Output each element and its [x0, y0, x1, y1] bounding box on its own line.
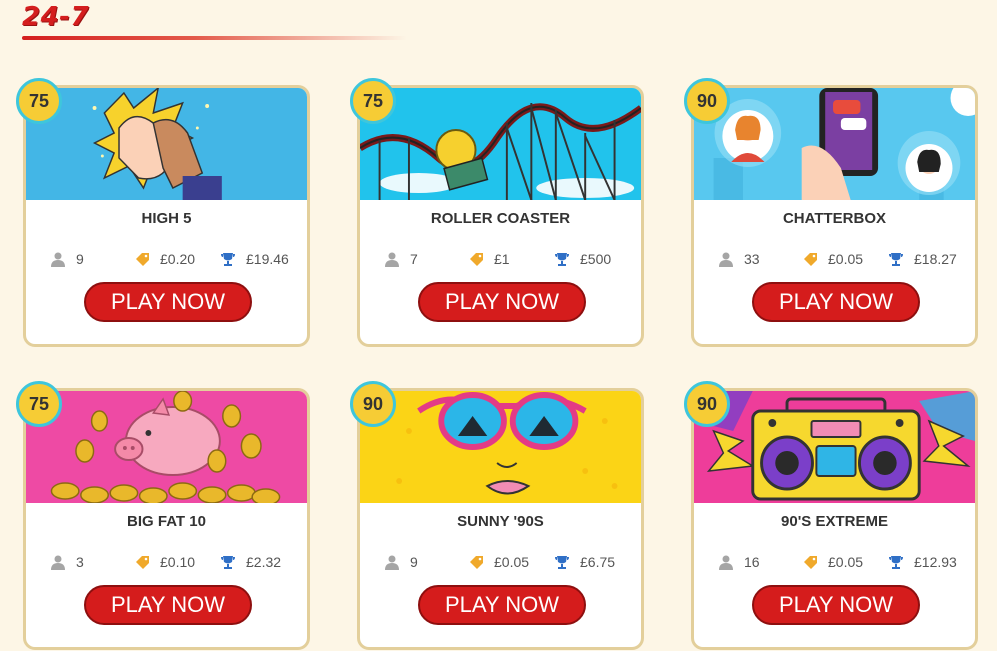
play-now-button[interactable]: PLAY NOW: [418, 282, 586, 322]
user-icon: [51, 252, 65, 267]
prize-amount: £2.32: [246, 554, 282, 570]
trophy-icon: [555, 556, 569, 569]
ball-count-badge: 90: [684, 381, 730, 427]
user-icon: [385, 252, 399, 267]
play-now-button[interactable]: PLAY NOW: [752, 282, 920, 322]
user-icon: [719, 555, 733, 570]
game-stats: 33 £0.05 £18.27: [694, 251, 975, 269]
ticket-price-stat: £1: [468, 251, 510, 267]
prize-amount: £19.46: [246, 251, 289, 267]
boombox-illustration: [694, 391, 975, 503]
price-tag-icon: [804, 253, 817, 266]
trophy-icon: [555, 253, 569, 266]
players-stat: 3: [50, 554, 84, 570]
ball-count-badge: 75: [350, 78, 396, 124]
game-stats: 9 £0.20 £19.46: [26, 251, 307, 269]
prize-amount: £6.75: [580, 554, 616, 570]
players-stat: 16: [718, 554, 760, 570]
players-stat: 7: [384, 251, 418, 267]
prize-amount: £18.27: [914, 251, 957, 267]
players-stat: 9: [384, 554, 418, 570]
game-name: BIG FAT 10: [127, 513, 206, 530]
price-tag-icon: [136, 556, 149, 569]
ball-count-badge: 75: [16, 78, 62, 124]
game-stats: 9 £0.05 £6.75: [360, 554, 641, 572]
prize-stat: £500: [554, 251, 611, 267]
game-image-roller-coaster[interactable]: [360, 88, 641, 200]
trophy-icon: [221, 253, 235, 266]
game-image-big-fat-10[interactable]: [26, 391, 307, 503]
prize-amount: £12.93: [914, 554, 957, 570]
game-image-high-five[interactable]: [26, 88, 307, 200]
ball-count-badge: 90: [350, 381, 396, 427]
prize-stat: £19.46: [220, 251, 289, 267]
game-name: SUNNY '90S: [457, 513, 544, 530]
players-count: 9: [410, 554, 418, 570]
prize-stat: £12.93: [888, 554, 957, 570]
section-title: 24-7: [22, 2, 90, 32]
ball-count-badge: 75: [16, 381, 62, 427]
game-name: CHATTERBOX: [782, 210, 887, 227]
price-tag-icon: [470, 556, 483, 569]
game-card-chatterbox[interactable]: CHATTERBOX 33 £0.05 £18.27 PLAY NOW: [691, 85, 978, 347]
ticket-price-stat: £0.10: [134, 554, 195, 570]
ticket-price-stat: £0.05: [802, 554, 863, 570]
roller-coaster-illustration: [360, 88, 641, 200]
game-stats: 3 £0.10 £2.32: [26, 554, 307, 572]
high-five-illustration: [26, 88, 307, 200]
trophy-icon: [889, 556, 903, 569]
players-count: 33: [744, 251, 760, 267]
ticket-price-stat: £0.20: [134, 251, 195, 267]
ticket-price: £1: [494, 251, 510, 267]
price-tag-icon: [804, 556, 817, 569]
sunglasses-face-illustration: [360, 391, 641, 503]
game-image-90s-extreme[interactable]: [694, 391, 975, 503]
game-name: HIGH 5: [141, 210, 192, 227]
players-count: 3: [76, 554, 84, 570]
prize-stat: £18.27: [888, 251, 957, 267]
piggy-bank-illustration: [26, 391, 307, 503]
chatterbox-illustration: [694, 88, 975, 200]
players-count: 9: [76, 251, 84, 267]
user-icon: [51, 555, 65, 570]
play-now-button[interactable]: PLAY NOW: [84, 282, 252, 322]
players-count: 7: [410, 251, 418, 267]
players-stat: 9: [50, 251, 84, 267]
game-stats: 16 £0.05 £12.93: [694, 554, 975, 572]
prize-stat: £6.75: [554, 554, 615, 570]
play-now-button[interactable]: PLAY NOW: [418, 585, 586, 625]
game-card-roller-coaster[interactable]: ROLLER COASTER 7 £1 £500 PLAY NOW: [357, 85, 644, 347]
game-card-big-fat-10[interactable]: BIG FAT 10 3 £0.10 £2.32 PLAY NOW: [23, 388, 310, 650]
game-card-high-5[interactable]: HIGH 5 9 £0.20 £19.46 PLAY NOW: [23, 85, 310, 347]
price-tag-icon: [470, 253, 483, 266]
game-name: 90'S EXTREME: [781, 513, 888, 530]
ticket-price-stat: £0.05: [468, 554, 529, 570]
ticket-price: £0.05: [494, 554, 530, 570]
user-icon: [719, 252, 733, 267]
ticket-price: £0.05: [828, 251, 864, 267]
game-card-sunny-90s[interactable]: SUNNY '90S 9 £0.05 £6.75 PLAY NOW: [357, 388, 644, 650]
play-now-button[interactable]: PLAY NOW: [84, 585, 252, 625]
game-card-90s-extreme[interactable]: 90'S EXTREME 16 £0.05 £12.93 PLAY NOW: [691, 388, 978, 650]
game-image-chatterbox[interactable]: [694, 88, 975, 200]
ticket-price: £0.20: [160, 251, 196, 267]
prize-stat: £2.32: [220, 554, 281, 570]
trophy-icon: [889, 253, 903, 266]
game-image-sunny-90s[interactable]: [360, 391, 641, 503]
ticket-price: £0.05: [828, 554, 864, 570]
ticket-price-stat: £0.05: [802, 251, 863, 267]
trophy-icon: [221, 556, 235, 569]
price-tag-icon: [136, 253, 149, 266]
prize-amount: £500: [580, 251, 612, 267]
title-underline: [22, 36, 407, 40]
play-now-button[interactable]: PLAY NOW: [752, 585, 920, 625]
players-count: 16: [744, 554, 760, 570]
ball-count-badge: 90: [684, 78, 730, 124]
game-name: ROLLER COASTER: [430, 210, 571, 227]
ticket-price: £0.10: [160, 554, 196, 570]
user-icon: [385, 555, 399, 570]
game-stats: 7 £1 £500: [360, 251, 641, 269]
players-stat: 33: [718, 251, 760, 267]
